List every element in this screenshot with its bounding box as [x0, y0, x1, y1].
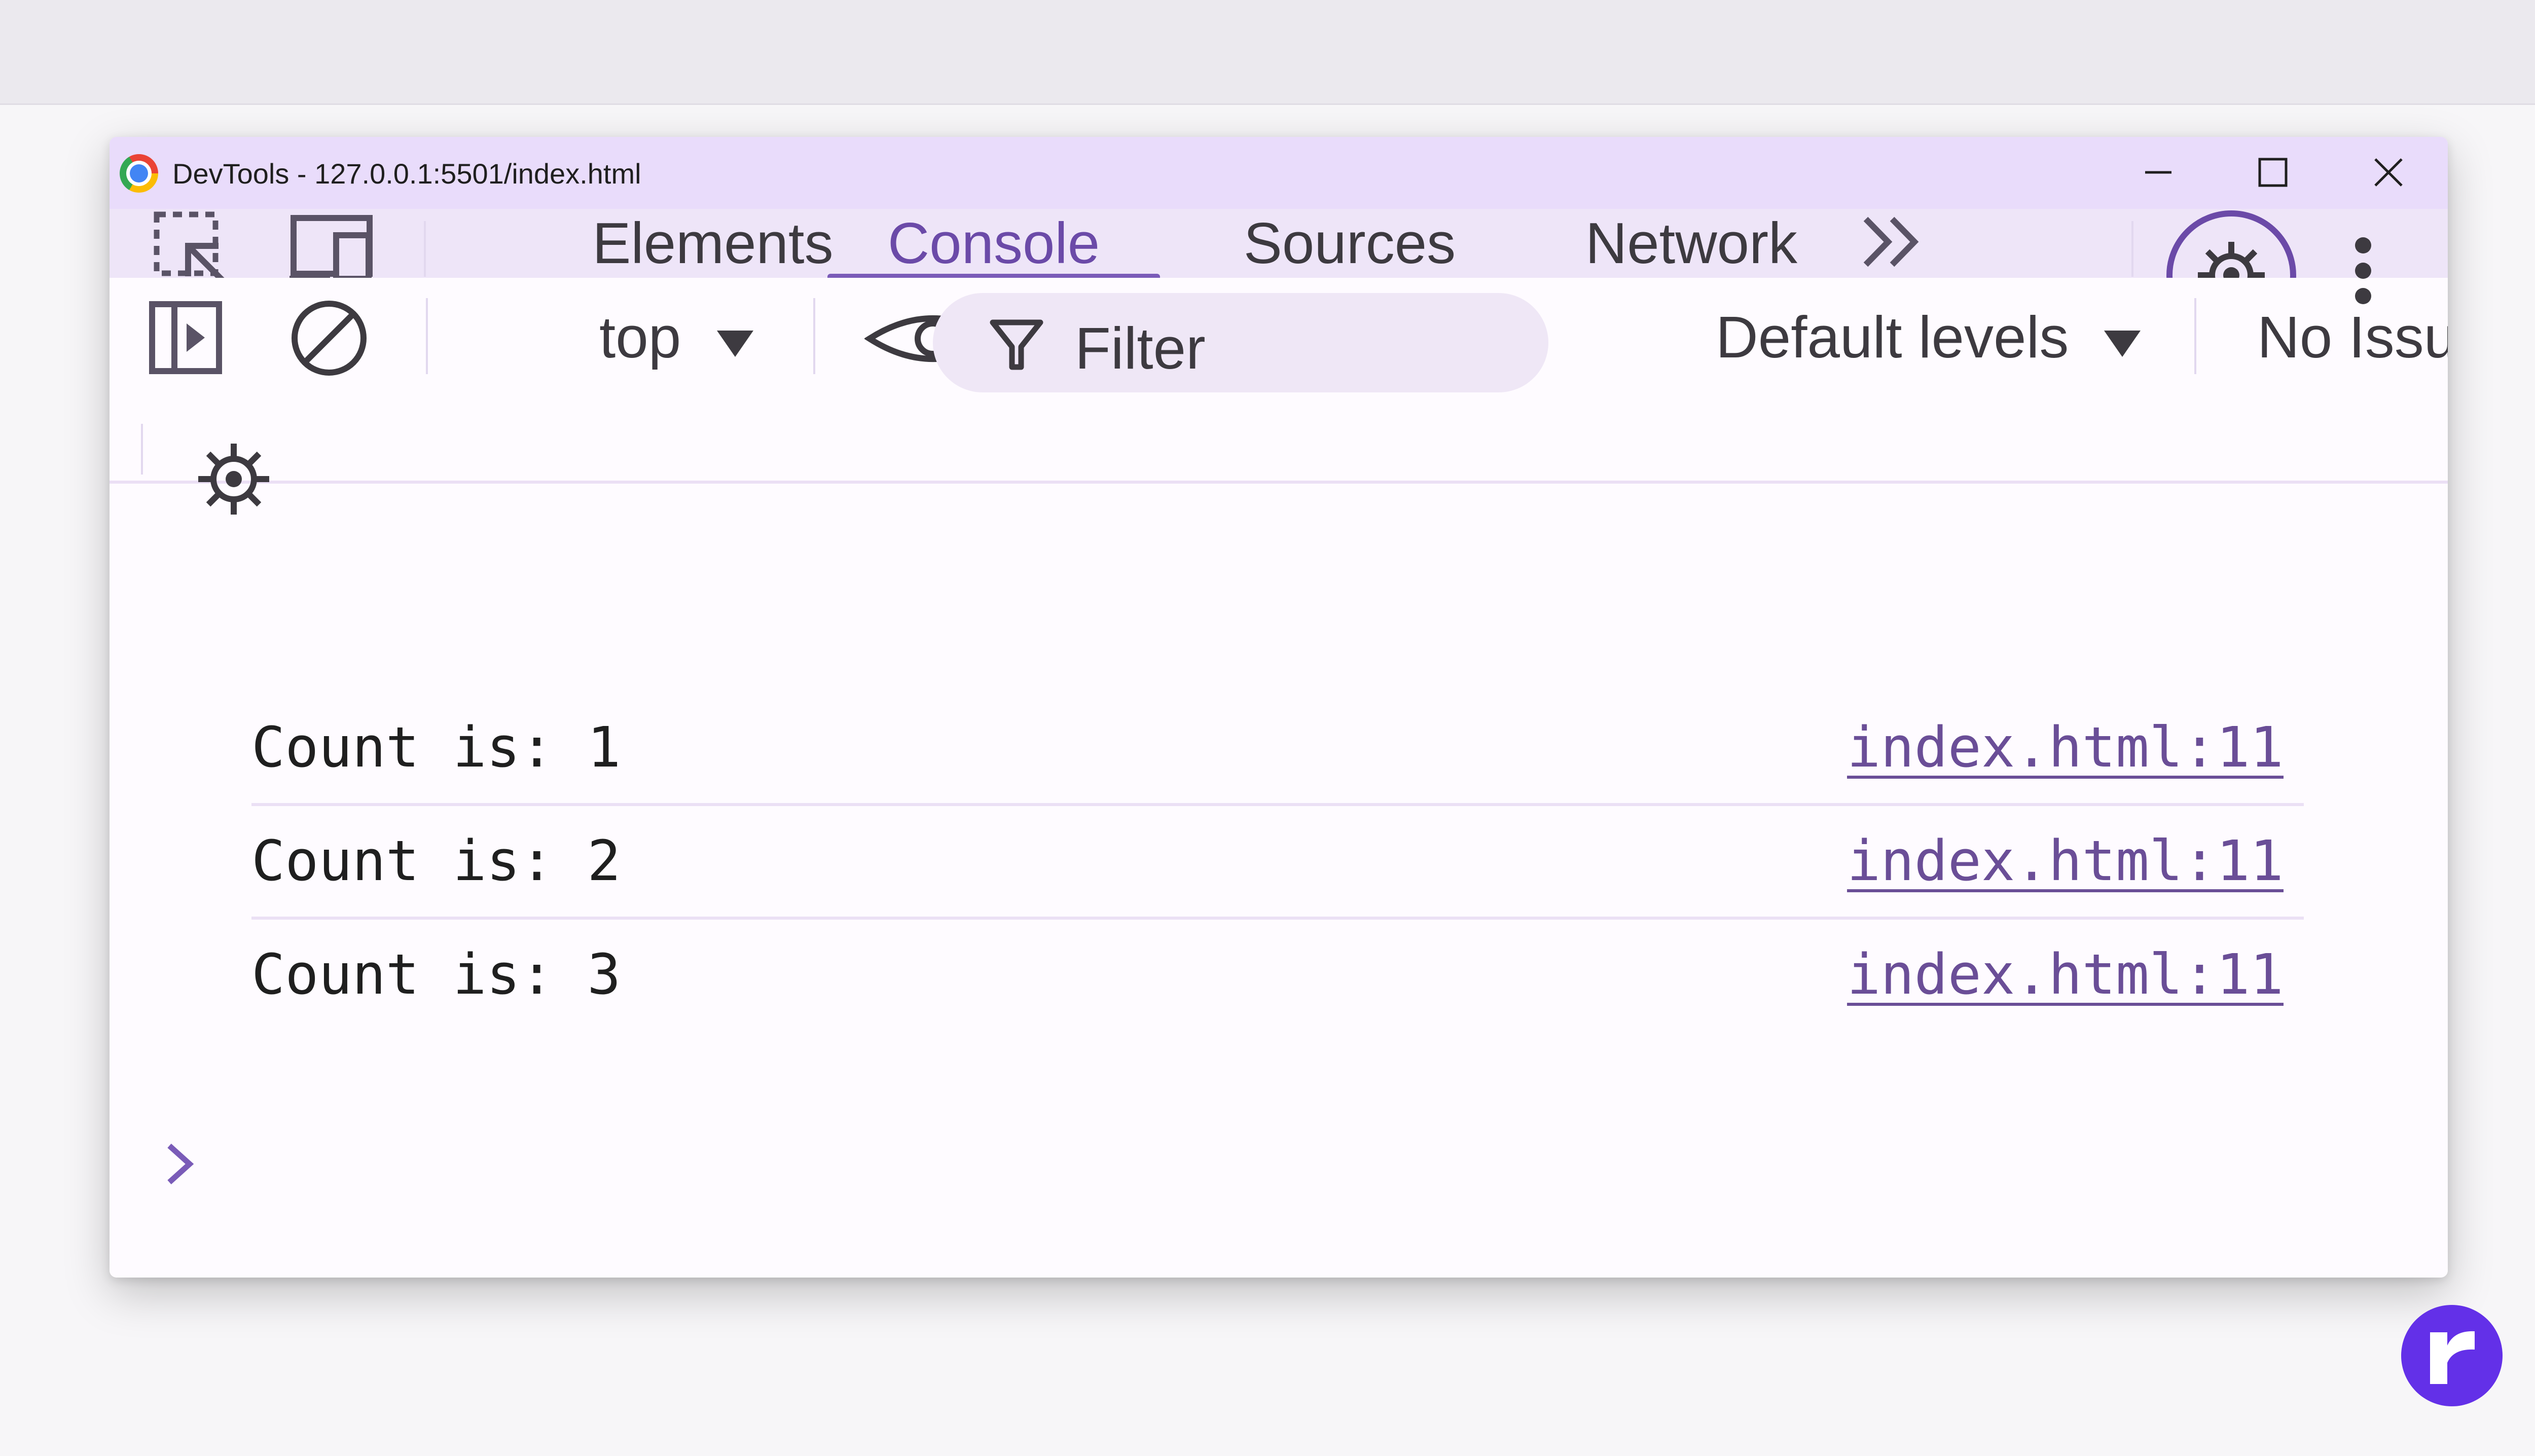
console-message: Count is: 1 index.html:11 [251, 689, 2304, 806]
toolbar-separator [2194, 298, 2196, 374]
maximize-button[interactable] [2245, 147, 2301, 198]
toolbar-separator [426, 298, 428, 374]
console-message-source-link[interactable]: index.html:11 [1847, 715, 2284, 780]
panel-tab-strip: Elements Console Sources Network [110, 209, 2448, 340]
dropdown-arrow-icon [717, 331, 753, 357]
tab-network[interactable]: Network [1544, 209, 1838, 278]
devtools-header: Elements Console Sources Network top Fil… [110, 209, 2448, 486]
console-message: Count is: 3 index.html:11 [251, 917, 2304, 1030]
window-title: DevTools - 127.0.0.1:5501/index.html [172, 158, 641, 190]
device-toolbar-icon [289, 215, 373, 282]
more-tabs-button[interactable] [1854, 214, 1930, 270]
console-toolbar: top Filter Default levels No Issu [110, 278, 2448, 486]
sidebar-toggle-icon [149, 301, 222, 374]
console-message-source-link[interactable]: index.html:11 [1847, 942, 2284, 1007]
gear-icon [198, 444, 269, 515]
title-bar: DevTools - 127.0.0.1:5501/index.html [110, 137, 2448, 209]
console-message-text: Count is: 1 [251, 715, 621, 780]
log-levels-selector[interactable]: Default levels [1712, 298, 2158, 374]
inspect-element-button[interactable] [150, 211, 231, 284]
chrome-logo-icon [120, 154, 158, 193]
console-settings-button[interactable] [191, 436, 277, 522]
close-icon [2374, 158, 2403, 187]
tab-console[interactable]: Console [827, 209, 1160, 278]
customize-devtools-button[interactable] [2340, 230, 2386, 311]
toolbar-separator [141, 424, 143, 475]
log-levels-value: Default levels [1716, 304, 2069, 370]
console-output: Count is: 1 index.html:11 Count is: 2 in… [110, 613, 2448, 1278]
tab-sources[interactable]: Sources [1208, 209, 1492, 278]
background-top-strip [0, 0, 2535, 105]
filter-icon [990, 319, 1043, 370]
context-selector[interactable]: top [488, 298, 772, 374]
tab-separator-right [2131, 221, 2133, 277]
clear-console-button[interactable] [286, 295, 372, 381]
double-chevron-right-icon [1863, 216, 1919, 267]
brand-badge [2401, 1305, 2503, 1406]
console-prompt[interactable] [160, 1139, 206, 1185]
console-message-text: Count is: 3 [251, 942, 621, 1007]
toolbar-bottom-divider [110, 481, 2448, 484]
toggle-sidebar-button[interactable] [145, 297, 226, 378]
console-message-text: Count is: 2 [251, 828, 621, 893]
issues-counter[interactable]: No Issues [2257, 303, 2448, 371]
devtools-window: DevTools - 127.0.0.1:5501/index.html Ele… [110, 137, 2448, 1278]
dropdown-arrow-icon [2104, 331, 2141, 357]
toolbar-separator [813, 298, 815, 374]
select-element-icon [154, 211, 226, 284]
device-toolbar-button[interactable] [286, 214, 377, 283]
filter-placeholder: Filter [1075, 315, 1206, 381]
filter-input[interactable]: Filter [933, 293, 1548, 392]
kebab-menu-icon [2355, 237, 2371, 304]
minimize-button[interactable] [2130, 147, 2186, 198]
minimize-icon [2145, 171, 2171, 174]
tab-elements[interactable]: Elements [592, 209, 833, 278]
chevron-right-icon [167, 1143, 194, 1185]
maximize-icon [2258, 158, 2288, 187]
close-button[interactable] [2361, 147, 2416, 198]
tab-separator [424, 221, 426, 277]
console-message-source-link[interactable]: index.html:11 [1847, 828, 2284, 893]
console-message: Count is: 2 index.html:11 [251, 803, 2304, 920]
clear-console-icon [292, 301, 367, 376]
context-selector-value: top [599, 304, 681, 370]
r-logo-icon [2430, 1331, 2475, 1384]
